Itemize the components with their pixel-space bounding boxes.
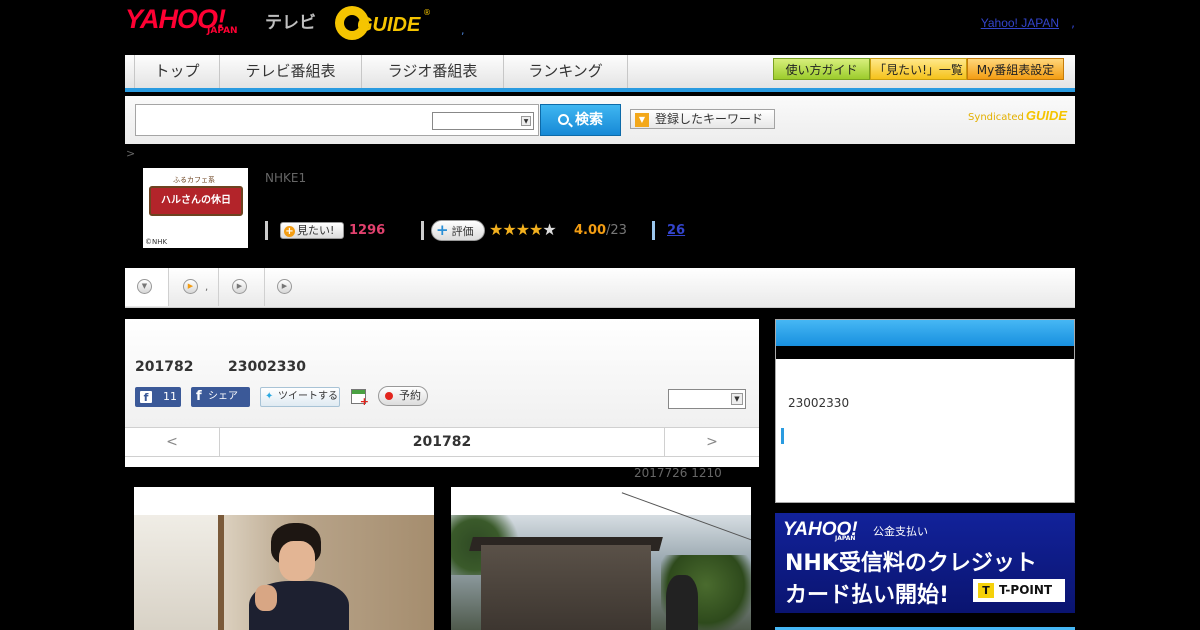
scene-photo-exterior [451, 492, 751, 630]
rate-button-label: 評価 [451, 225, 474, 238]
ad-headline-2: カード払い開始! [785, 583, 950, 608]
sidebar-subheader [776, 346, 1074, 359]
next-episode-button[interactable]: > [664, 428, 759, 456]
facebook-like-button[interactable]: f 11 [135, 387, 181, 407]
mitai-button-label: 見たい! [297, 224, 335, 237]
episode-select[interactable]: ▼ [668, 389, 746, 409]
episode-header: 201782 23002330 f 11 シェア ツイートする 予約 ▼ [125, 319, 759, 429]
pager-date: 201782 [412, 434, 472, 450]
stat-divider [421, 221, 424, 240]
star-empty-icon: ★ [542, 220, 556, 239]
play-icon: ▶ [277, 279, 292, 294]
saved-keywords-label: 登録したキーワード [655, 112, 764, 126]
usage-guide-button[interactable]: 使い方ガイド [773, 58, 870, 80]
channel-name: NHKE1 [265, 171, 307, 185]
scene-person [239, 523, 359, 630]
mitai-button[interactable]: + 見たい! [280, 222, 344, 239]
nav-left-edge [125, 55, 135, 88]
dropdown-arrow-icon: ▼ [635, 113, 649, 127]
gguide-logo-text: GUIDE [357, 14, 421, 36]
search-bar: ▼ 検索 ▼ 登録したキーワード Syndicated GUIDE [125, 96, 1075, 144]
syndicated-label: Syndicated [968, 112, 1024, 123]
ad-kokin-text: 公金支払い [873, 525, 928, 538]
scene-window [134, 515, 224, 630]
tv-logo-text[interactable]: テレビ [265, 8, 316, 33]
stat-divider [652, 221, 655, 240]
chevron-down-icon: ▼ [137, 279, 152, 294]
rate-button[interactable]: + 評価 [431, 220, 485, 241]
subtab-episodes[interactable]: ▶ , [169, 268, 219, 306]
review-count-link[interactable]: 26 [667, 223, 685, 238]
facebook-like-count: 11 [163, 390, 177, 403]
program-subtabs: ▼ ▶ , ▶ ▶ [125, 268, 1075, 308]
stat-divider [265, 221, 268, 240]
search-button[interactable]: 検索 [540, 104, 621, 136]
thumbnail-title-sign: ハルさんの休日 [149, 186, 243, 216]
rating-count: /23 [606, 223, 627, 238]
star-filled-icon: ★★★★ [489, 220, 543, 239]
site-header: YAHOO! JAPAN テレビ GUIDE ® , Yahoo! JAPAN … [125, 0, 1075, 50]
mitai-list-button[interactable]: 「見たい!」一覧 [870, 58, 967, 80]
episode-date: 201782 [135, 359, 194, 375]
search-button-label: 検索 [575, 112, 603, 128]
japan-logo-text: JAPAN [207, 26, 238, 36]
plus-icon: + [436, 221, 449, 239]
saved-keywords-button[interactable]: ▼ 登録したキーワード [630, 109, 775, 129]
nav-tab-top[interactable]: トップ [135, 55, 220, 88]
sidebar-broadcast-time: 23002330 [788, 396, 850, 410]
ad-headline-1: NHK受信料のクレジット [785, 551, 1037, 576]
thumbnail-copyright: ©NHK [145, 238, 168, 246]
search-icon [558, 114, 569, 125]
tpoint-badge: T-POINT [973, 579, 1065, 602]
syndicated-gguide-text: GUIDE [1025, 108, 1067, 123]
facebook-icon: f [140, 391, 152, 404]
subtab-related[interactable]: ▶ [265, 268, 295, 306]
play-icon: ▶ [232, 279, 247, 294]
sidebar-header [776, 320, 1074, 346]
search-category-select[interactable]: ▼ [432, 112, 534, 130]
subtab-separator: , [205, 282, 209, 293]
tweet-button[interactable]: ツイートする [260, 387, 340, 407]
scene-photo-interior [134, 515, 434, 630]
previous-episode-button[interactable]: < [125, 428, 220, 456]
main-nav: トップ テレビ番組表 ラジオ番組表 ランキング 使い方ガイド 「見たい!」一覧 … [125, 55, 1075, 92]
subtab-overview[interactable]: ▼ [125, 268, 169, 306]
episode-pager: < 201782 > [125, 427, 759, 457]
yahoo-japan-link[interactable]: Yahoo! JAPAN [981, 16, 1059, 30]
header-link-separator: , [1071, 16, 1075, 30]
chevron-down-icon: ▼ [521, 116, 531, 126]
gguide-registered-mark: ® [423, 8, 431, 17]
syndicated-gguide-logo: Syndicated GUIDE [968, 108, 1067, 123]
facebook-share-button[interactable]: シェア [191, 387, 250, 407]
nav-tab-tv-listings[interactable]: テレビ番組表 [220, 55, 362, 88]
scene-image[interactable] [451, 487, 751, 630]
subtab-reviews[interactable]: ▶ [219, 268, 265, 306]
scene-image[interactable] [134, 487, 434, 630]
program-thumbnail[interactable]: ふるカフェ系 ハルさんの休日 ©NHK [143, 168, 248, 248]
episode-time: 23002330 [228, 359, 306, 375]
last-updated: 2017726 1210 [634, 466, 722, 480]
rating-value: 4.00 [574, 223, 607, 238]
add-to-calendar-icon[interactable] [351, 389, 369, 408]
ad-japan-text: JAPAN [835, 535, 856, 542]
nav-tab-radio-listings[interactable]: ラジオ番組表 [362, 55, 504, 88]
nhk-payment-ad-banner[interactable]: YAHOO! JAPAN 公金支払い NHK受信料のクレジット カード払い開始!… [775, 513, 1075, 613]
breadcrumb[interactable]: > [126, 147, 135, 160]
nav-tab-ranking[interactable]: ランキング [504, 55, 628, 88]
episode-panel: 201782 23002330 f 11 シェア ツイートする 予約 ▼ < 2… [125, 319, 759, 467]
sidebar-broadcast-box: 23002330 [775, 319, 1075, 503]
mitai-count: 1296 [349, 223, 386, 238]
plus-icon: + [284, 226, 295, 237]
sidebar-accent-mark [781, 428, 784, 444]
rating-stars: ★★★★★ [489, 220, 557, 239]
my-listings-settings-button[interactable]: My番組表設定 [967, 58, 1064, 80]
play-icon: ▶ [183, 279, 198, 294]
header-separator: , [461, 24, 465, 37]
thumbnail-series-text: ふるカフェ系 [173, 176, 215, 184]
chevron-down-icon: ▼ [731, 393, 743, 405]
gguide-logo[interactable]: GUIDE ® [335, 6, 431, 40]
record-button[interactable]: 予約 [378, 386, 428, 406]
